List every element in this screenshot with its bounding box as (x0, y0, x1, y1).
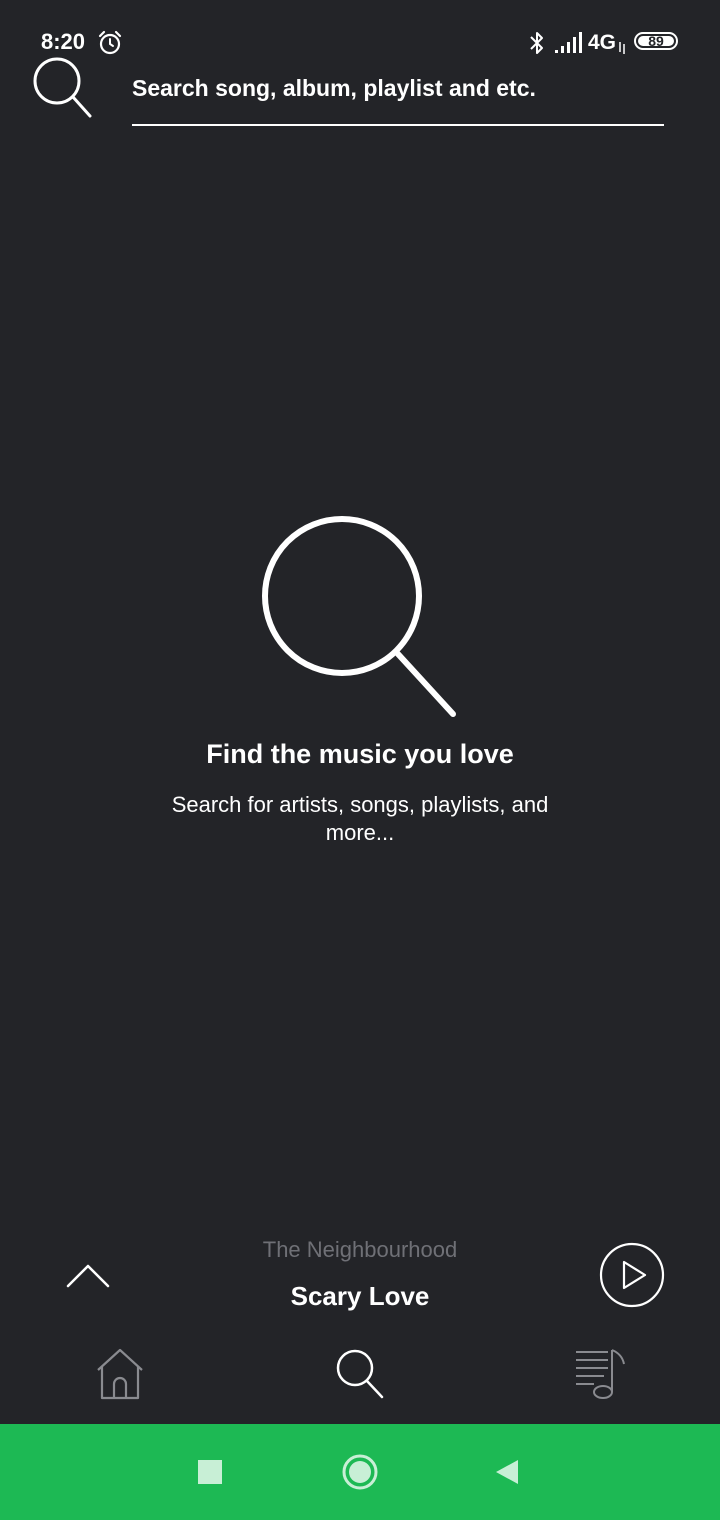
status-time: 8:20 (41, 29, 86, 54)
now-playing-title[interactable]: Scary Love (160, 1278, 560, 1314)
system-back-button[interactable] (492, 1457, 522, 1487)
empty-state-title: Find the music you love (206, 739, 514, 769)
empty-state-subtitle: Search for artists, songs, playlists, an… (171, 792, 549, 845)
battery-level: 89 (648, 33, 664, 49)
network-type: 4G (588, 31, 617, 54)
now-playing-artist[interactable]: The Neighbourhood (160, 1235, 560, 1265)
search-illustration-icon (262, 516, 456, 717)
alarm-clock-icon (98, 30, 122, 55)
playlist-music-icon[interactable] (570, 1344, 630, 1404)
signal-strength-icon (555, 32, 582, 53)
battery-indicator: 89 (634, 32, 678, 50)
bluetooth-icon (530, 32, 543, 54)
play-button[interactable] (599, 1242, 665, 1308)
home-icon[interactable] (92, 1346, 148, 1402)
search-input[interactable] (132, 64, 664, 126)
system-home-button[interactable] (340, 1452, 380, 1492)
search-icon[interactable] (30, 56, 94, 120)
recent-apps-button[interactable] (198, 1460, 222, 1484)
chevron-up-icon[interactable] (64, 1256, 112, 1292)
data-activity-icon (619, 42, 625, 54)
nav-search-icon[interactable] (332, 1346, 388, 1402)
